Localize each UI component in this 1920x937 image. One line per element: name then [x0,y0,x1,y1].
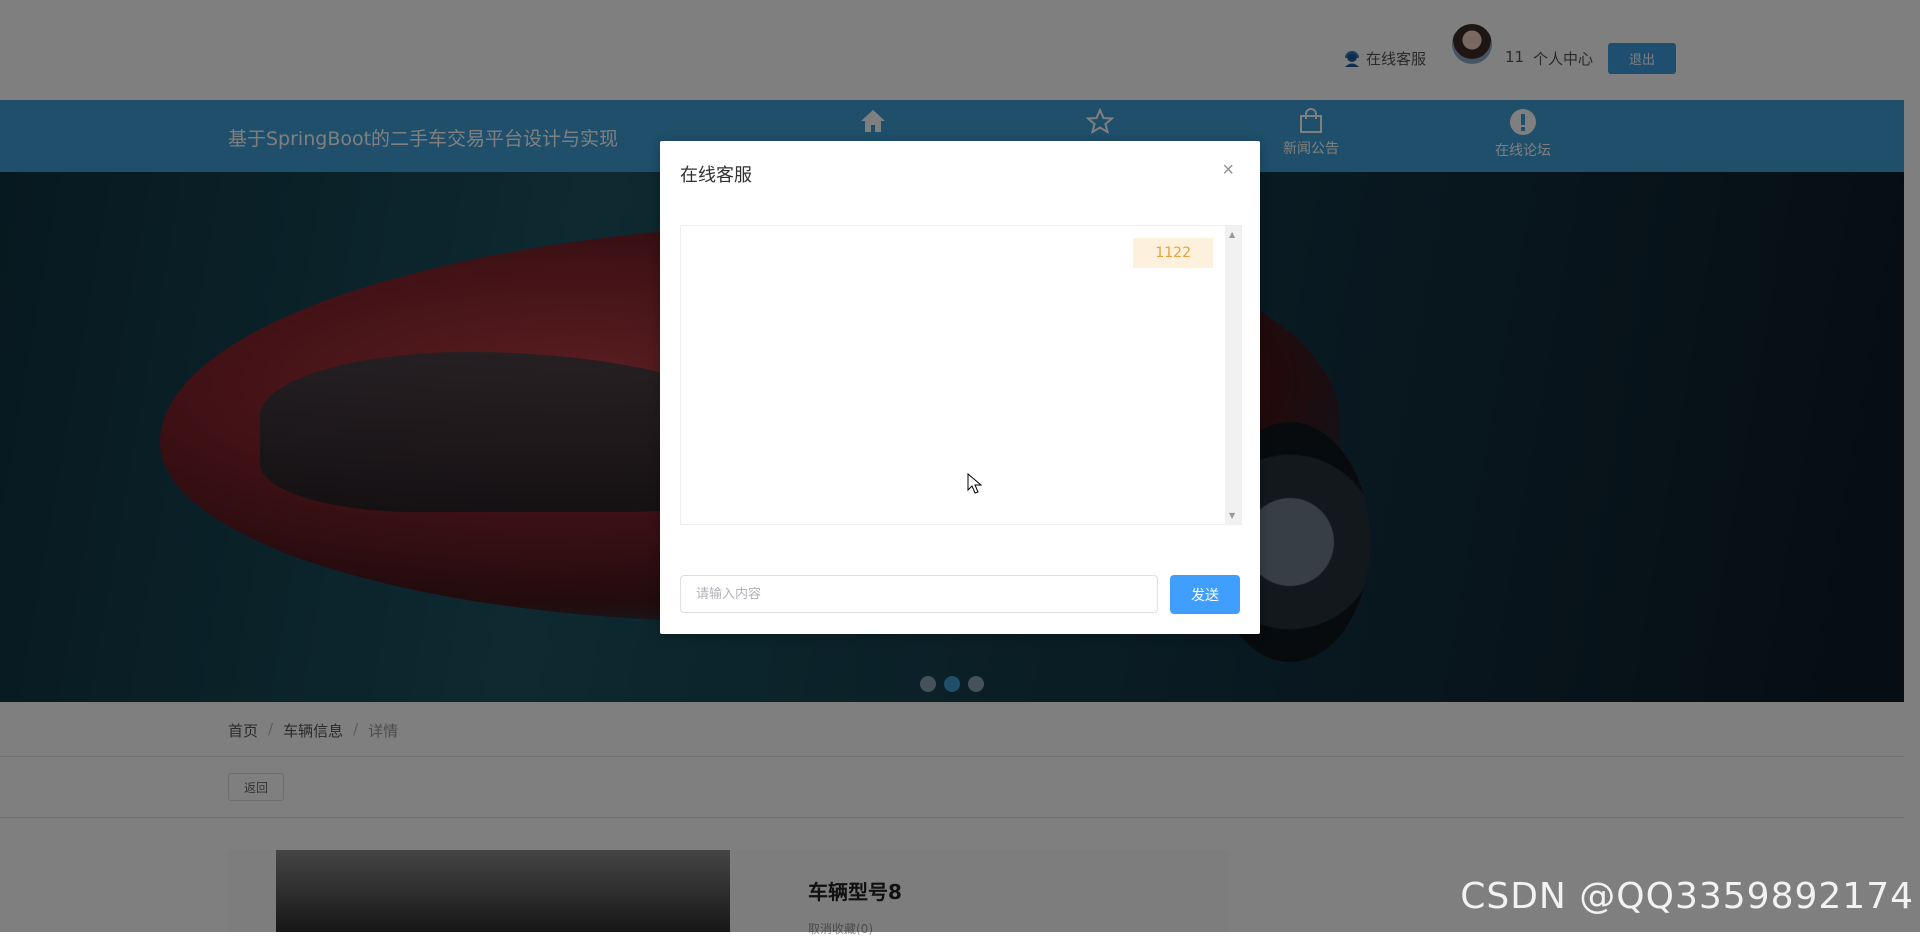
send-button[interactable]: 发送 [1170,575,1240,614]
chat-message: 1122 [1133,238,1213,268]
scroll-up-icon[interactable]: ▲ [1229,230,1235,239]
chat-message-area[interactable]: 1122 ▲ ▼ [680,225,1242,525]
watermark: CSDN @QQ3359892174 [1460,876,1914,917]
scroll-down-icon[interactable]: ▼ [1229,511,1235,520]
customer-service-dialog: 在线客服 × 1122 ▲ ▼ 发送 [660,141,1260,634]
mouse-cursor-icon [967,473,983,494]
close-icon[interactable]: × [1216,159,1240,181]
chat-input[interactable] [680,575,1158,613]
dialog-title: 在线客服 [680,165,752,186]
chat-scrollbar[interactable]: ▲ ▼ [1225,226,1241,524]
